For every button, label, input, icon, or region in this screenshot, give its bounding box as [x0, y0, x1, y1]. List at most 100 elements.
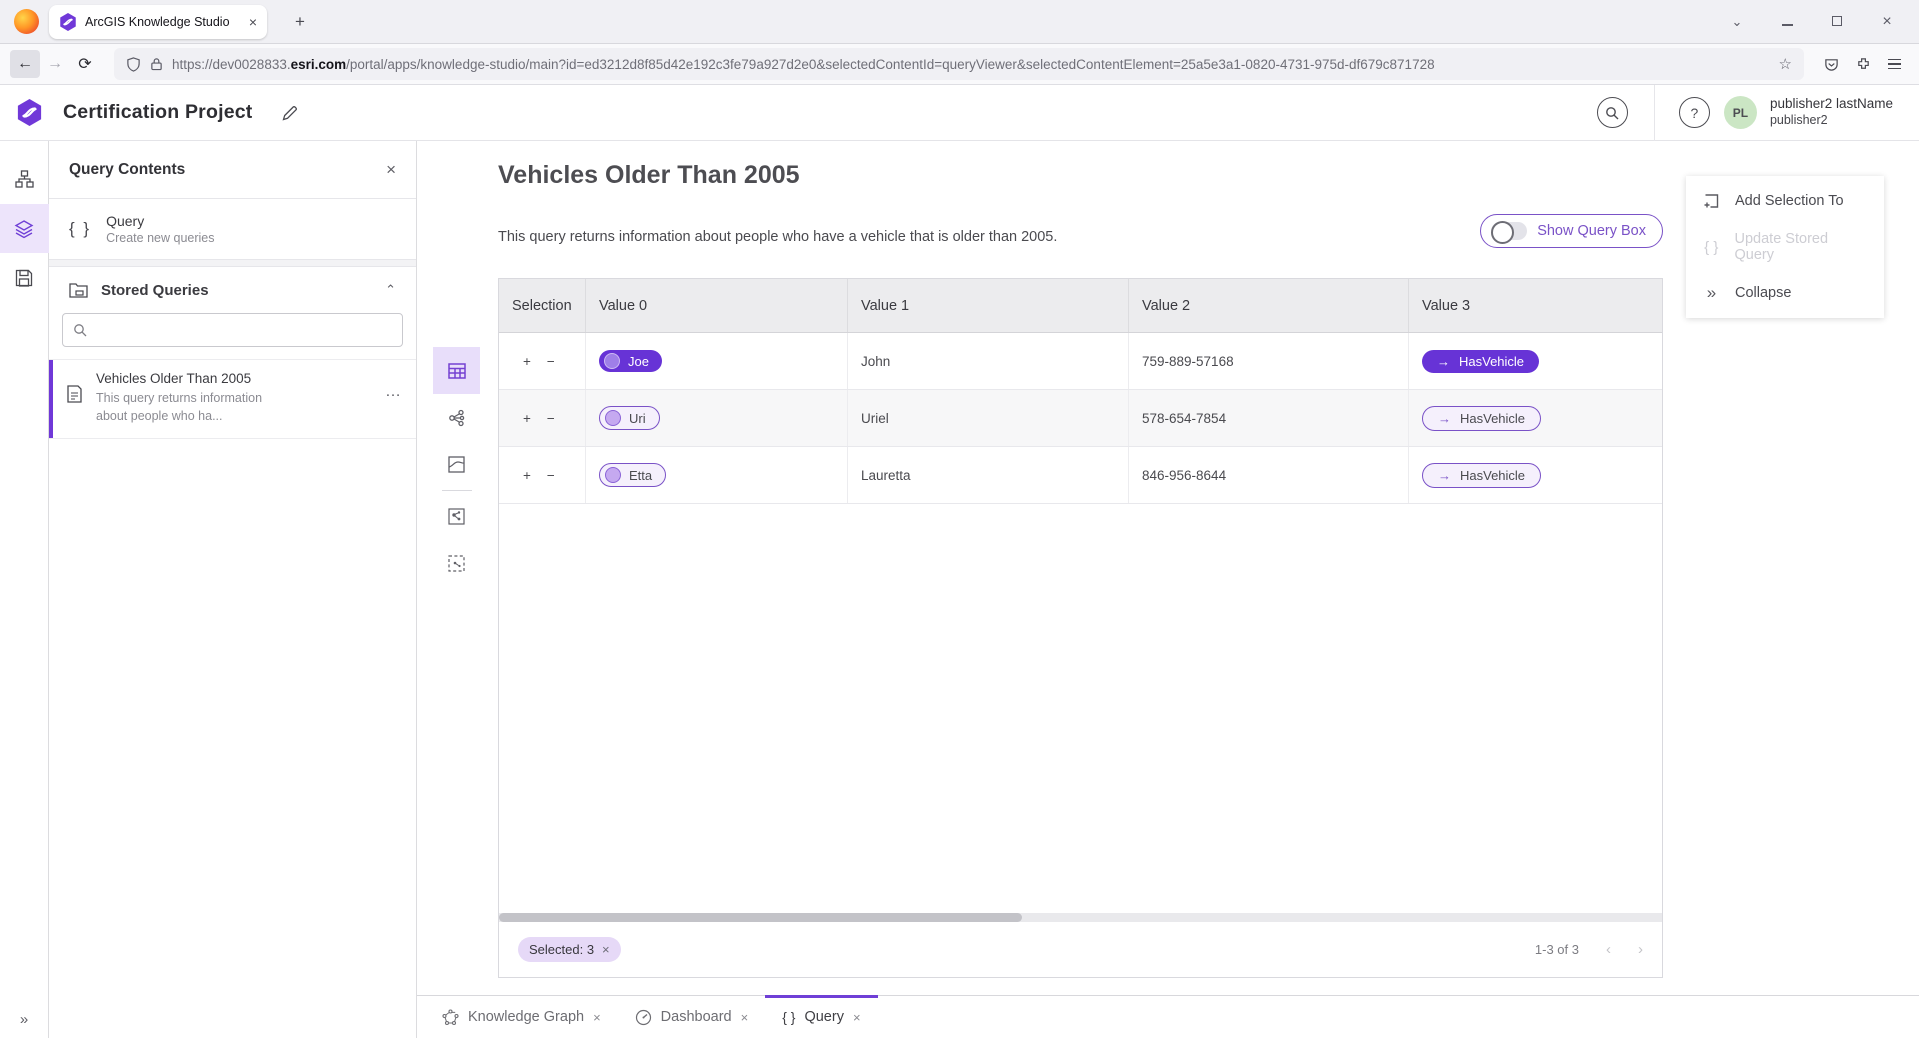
avatar[interactable]: PL — [1724, 96, 1757, 129]
extensions-icon[interactable] — [1856, 57, 1871, 72]
close-tab-icon[interactable]: × — [741, 1010, 749, 1025]
select-entities-button[interactable] — [433, 540, 480, 587]
tab-title: ArcGIS Knowledge Studio — [85, 15, 241, 29]
tab-knowledge-graph[interactable]: Knowledge Graph × — [425, 996, 618, 1038]
query-item-title: Query — [106, 213, 214, 229]
item-options-icon[interactable]: … — [385, 383, 402, 425]
forward-button[interactable]: → — [40, 50, 70, 78]
add-selection-icon[interactable]: + — [523, 411, 531, 426]
bookmark-star-icon[interactable]: ☆ — [1779, 55, 1792, 73]
toggle-switch[interactable] — [1491, 222, 1527, 240]
map-view-button[interactable] — [433, 441, 480, 488]
search-input[interactable] — [95, 322, 392, 338]
braces-icon: { } — [69, 219, 91, 239]
help-button[interactable]: ? — [1679, 97, 1710, 128]
close-window-button[interactable]: × — [1877, 13, 1897, 31]
menu-icon[interactable] — [1888, 56, 1901, 73]
selected-count-chip[interactable]: Selected: 3 × — [518, 937, 621, 962]
scrollbar-thumb[interactable] — [499, 913, 1022, 922]
cell-value: Lauretta — [848, 447, 1129, 503]
url-bar[interactable]: https://dev0028833.esri.com/portal/apps/… — [114, 48, 1804, 80]
entity-pill[interactable]: Uri — [599, 406, 660, 430]
tab-dashboard[interactable]: Dashboard × — [618, 996, 766, 1038]
tab-query[interactable]: { } Query × — [765, 996, 877, 1038]
save-to-pocket-icon[interactable] — [1824, 57, 1839, 72]
menu-item-add-selection-to[interactable]: Add Selection To — [1686, 178, 1884, 224]
braces-icon: { } — [782, 1009, 795, 1025]
query-viewer: Vehicles Older Than 2005 This query retu… — [417, 141, 1919, 1038]
cell-value: 578-654-7854 — [1129, 390, 1409, 446]
horizontal-scrollbar[interactable] — [499, 913, 1662, 922]
entity-pill[interactable]: Etta — [599, 463, 666, 487]
stored-query-search[interactable] — [62, 313, 403, 347]
entity-pill[interactable]: Joe — [599, 350, 662, 372]
user-menu[interactable]: publisher2 lastName publisher2 — [1770, 96, 1903, 129]
row-range: 1-3 of 3 — [1535, 942, 1579, 957]
table-footer: Selected: 3 × 1-3 of 3 ‹ › — [499, 922, 1662, 977]
firefox-logo-icon[interactable] — [14, 9, 39, 34]
stored-queries-header[interactable]: Stored Queries ⌃ — [49, 267, 416, 313]
search-button[interactable] — [1597, 97, 1628, 128]
panel-title: Query Contents — [69, 161, 185, 179]
reload-button[interactable]: ⟳ — [70, 50, 100, 78]
back-button[interactable]: ← — [10, 50, 40, 78]
tracking-shield-icon[interactable] — [126, 57, 141, 72]
close-tab-icon[interactable]: × — [853, 1010, 861, 1025]
link-chart-button[interactable] — [433, 394, 480, 441]
stored-query-item[interactable]: Vehicles Older Than 2005 This query retu… — [49, 359, 416, 439]
edit-project-icon[interactable] — [281, 104, 299, 122]
column-header[interactable]: Value 1 — [848, 279, 1129, 332]
new-tab-button[interactable]: + — [285, 12, 315, 32]
entity-dot-icon — [605, 467, 621, 483]
relationship-pill[interactable]: →HasVehicle — [1422, 406, 1541, 431]
rail-item-contents[interactable] — [0, 204, 49, 253]
next-page-icon[interactable]: › — [1638, 941, 1643, 958]
url-text[interactable]: https://dev0028833.esri.com/portal/apps/… — [172, 57, 1770, 72]
panel-close-icon[interactable]: × — [386, 160, 396, 180]
relationship-pill[interactable]: →HasVehicle — [1422, 350, 1539, 373]
table-empty-area — [499, 504, 1662, 913]
rail-item-save[interactable] — [0, 253, 49, 302]
table-row[interactable]: + − Joe John 759-889-57168 →HasVehicle — [499, 333, 1662, 390]
show-query-box-toggle[interactable]: Show Query Box — [1480, 214, 1663, 248]
stored-queries-title: Stored Queries — [101, 282, 209, 299]
column-header[interactable]: Value 0 — [586, 279, 848, 332]
table-view-button[interactable] — [433, 347, 480, 394]
add-selection-icon[interactable]: + — [523, 354, 531, 369]
menu-item-collapse[interactable]: » Collapse — [1686, 270, 1884, 316]
tab-close-icon[interactable]: × — [249, 14, 257, 30]
table-row[interactable]: + − Uri Uriel 578-654-7854 →HasVehicle — [499, 390, 1662, 447]
lock-icon[interactable] — [150, 57, 163, 71]
table-row[interactable]: + − Etta Lauretta 846-956-8644 →HasVehic… — [499, 447, 1662, 504]
minimize-button[interactable] — [1777, 14, 1797, 29]
remove-selection-icon[interactable]: − — [547, 354, 555, 369]
link-chart-icon — [447, 408, 467, 428]
knowledge-graph-icon — [442, 1009, 459, 1026]
rail-item-data-model[interactable] — [0, 155, 49, 204]
tab-list-chevron-icon[interactable]: ⌄ — [1727, 14, 1747, 30]
section-divider — [49, 260, 416, 267]
collapse-section-icon[interactable]: ⌃ — [385, 282, 396, 298]
expand-rail-button[interactable]: » — [20, 1011, 28, 1028]
new-query-item[interactable]: { } Query Create new queries — [49, 199, 416, 260]
menu-item-update-stored-query[interactable]: { } Update Stored Query — [1686, 224, 1884, 270]
arcgis-knowledge-favicon-icon — [59, 13, 77, 31]
left-rail: » — [0, 141, 49, 1038]
add-to-map-button[interactable] — [433, 493, 480, 540]
view-toolbar — [433, 347, 480, 587]
arrow-right-icon: → — [1438, 411, 1451, 426]
table-icon — [447, 361, 467, 381]
previous-page-icon[interactable]: ‹ — [1606, 941, 1611, 958]
close-tab-icon[interactable]: × — [593, 1010, 601, 1025]
relationship-pill[interactable]: →HasVehicle — [1422, 463, 1541, 488]
column-header[interactable]: Value 3 — [1409, 279, 1662, 332]
remove-selection-icon[interactable]: − — [547, 468, 555, 483]
maximize-button[interactable] — [1827, 14, 1847, 29]
clear-selection-icon[interactable]: × — [602, 942, 610, 957]
column-header[interactable]: Selection — [499, 279, 586, 332]
column-header[interactable]: Value 2 — [1129, 279, 1409, 332]
remove-selection-icon[interactable]: − — [547, 411, 555, 426]
browser-tab[interactable]: ArcGIS Knowledge Studio × — [49, 5, 267, 39]
query-title: Vehicles Older Than 2005 — [498, 161, 800, 190]
add-selection-icon[interactable]: + — [523, 468, 531, 483]
